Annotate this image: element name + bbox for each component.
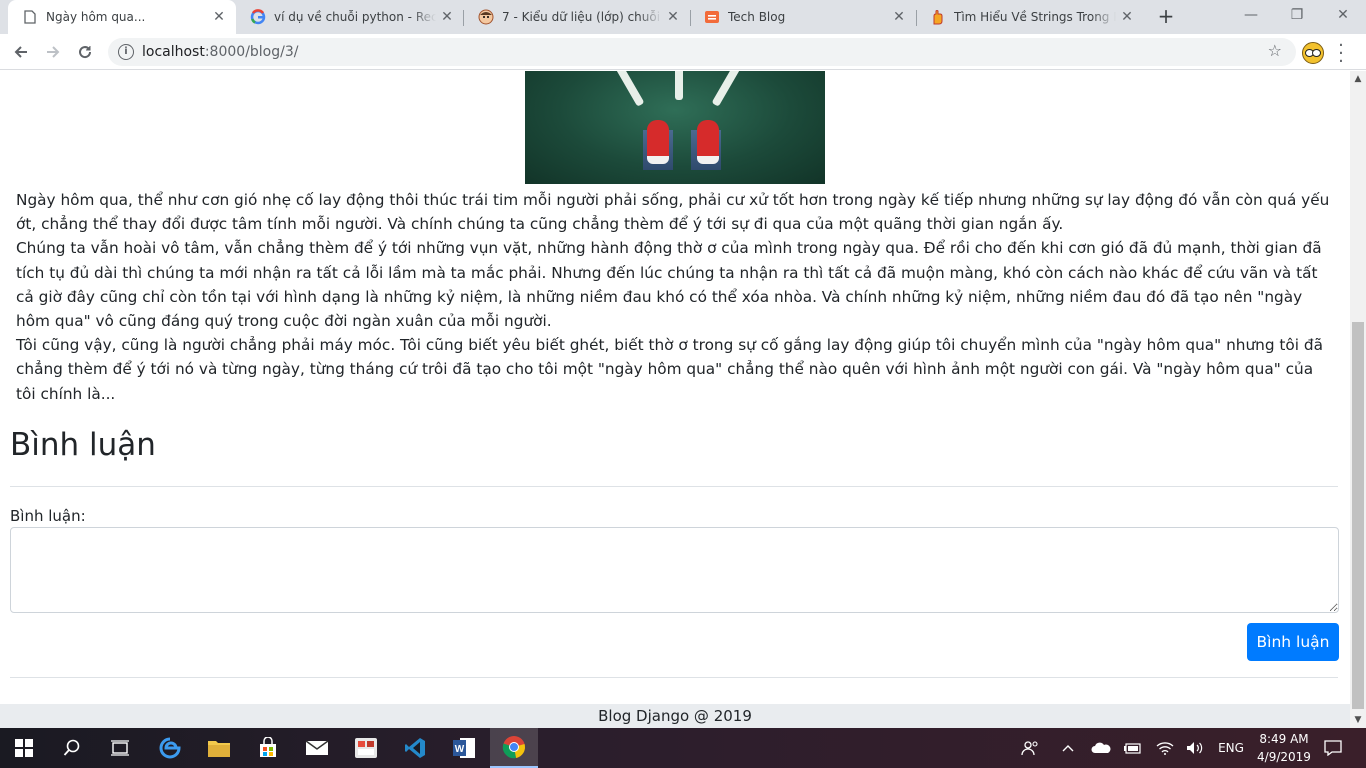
profile-avatar-icon[interactable] — [1302, 42, 1324, 64]
divider — [10, 677, 1338, 678]
search-icon[interactable] — [48, 728, 96, 768]
people-icon[interactable] — [1016, 728, 1044, 768]
vertical-scrollbar[interactable]: ▲ ▼ — [1350, 71, 1366, 728]
url-text: localhost:8000/blog/3/ — [142, 44, 298, 60]
app-grid-icon[interactable] — [342, 728, 390, 768]
system-clock[interactable]: 8:49 AM 4/9/2019 — [1252, 728, 1316, 768]
post-paragraph: Ngày hôm qua, thể như cơn gió nhẹ cố lay… — [16, 191, 1330, 234]
tab-close-icon[interactable]: ✕ — [208, 9, 230, 25]
tab-close-icon[interactable]: ✕ — [888, 9, 910, 25]
clock-date: 4/9/2019 — [1257, 750, 1311, 764]
windows-start-icon[interactable] — [0, 728, 48, 768]
tab-tech-blog[interactable]: Tech Blog ✕ — [690, 0, 916, 34]
comments-heading: Bình luận — [10, 427, 156, 463]
post-body: Ngày hôm qua, thể như cơn gió nhẹ cố lay… — [16, 188, 1336, 406]
comment-textarea[interactable] — [10, 527, 1339, 613]
file-explorer-icon[interactable] — [195, 728, 243, 768]
mail-icon[interactable] — [293, 728, 341, 768]
action-center-icon[interactable] — [1318, 728, 1348, 768]
post-paragraph: Chúng ta vẫn hoài vô tâm, vẫn chẳng thèm… — [16, 239, 1322, 331]
browser-toolbar: i localhost:8000/blog/3/ ☆ · · · — [0, 34, 1366, 71]
edge-browser-icon[interactable] — [146, 728, 194, 768]
url-host: localhost — [142, 44, 205, 60]
scroll-thumb[interactable] — [1352, 322, 1364, 709]
document-icon — [22, 9, 38, 25]
new-tab-icon[interactable]: + — [1154, 4, 1178, 28]
url-path: :8000/blog/3/ — [204, 44, 299, 60]
restore-icon[interactable]: ❐ — [1274, 0, 1320, 34]
reload-icon[interactable] — [72, 40, 98, 66]
tab-title: ví dụ về chuỗi python - Reche — [274, 10, 436, 24]
bookmark-star-icon[interactable]: ☆ — [1268, 41, 1282, 60]
left-sneaker — [647, 120, 669, 164]
chalk-arrow-line — [613, 71, 645, 107]
chalk-arrow-line — [675, 71, 683, 100]
kebab-menu-icon[interactable]: · · · — [1336, 37, 1346, 71]
tab-title: Ngày hôm qua... — [46, 10, 146, 24]
tab-title: Tech Blog — [728, 10, 786, 24]
task-view-icon[interactable] — [96, 728, 144, 768]
tab-google-search[interactable]: ví dụ về chuỗi python - Reche ✕ — [236, 0, 464, 34]
post-hero-image — [525, 71, 825, 184]
tab-strip: Ngày hôm qua... ✕ ví dụ về chuỗi python … — [0, 0, 1366, 34]
page-viewport: Ngày hôm qua, thể như cơn gió nhẹ cố lay… — [0, 71, 1350, 728]
post-paragraph: Tôi cũng vậy, cũng là người chẳng phải m… — [16, 336, 1323, 403]
tab-close-icon[interactable]: ✕ — [436, 9, 458, 25]
close-window-icon[interactable]: ✕ — [1320, 0, 1366, 34]
google-icon — [250, 9, 266, 25]
back-arrow-icon[interactable] — [8, 40, 34, 66]
face-avatar-icon — [478, 9, 494, 25]
info-icon[interactable]: i — [118, 44, 134, 60]
chevron-up-icon[interactable] — [1056, 728, 1080, 768]
tab-string-tutorial[interactable]: 7 - Kiểu dữ liệu (lớp) chuỗi tro ✕ — [464, 0, 690, 34]
vscode-icon[interactable] — [391, 728, 439, 768]
chrome-icon[interactable] — [490, 728, 538, 768]
tab-active[interactable]: Ngày hôm qua... ✕ — [8, 0, 236, 34]
address-bar[interactable]: i localhost:8000/blog/3/ ☆ — [108, 38, 1296, 66]
right-sneaker — [697, 120, 719, 164]
submit-comment-button[interactable]: Bình luận — [1247, 623, 1339, 661]
tab-python-strings[interactable]: Tìm Hiểu Về Strings Trong Pyth ✕ — [916, 0, 1144, 34]
tab-title: 7 - Kiểu dữ liệu (lớp) chuỗi tro — [502, 10, 662, 24]
tab-close-icon[interactable]: ✕ — [662, 9, 684, 25]
scroll-up-arrow-icon[interactable]: ▲ — [1350, 71, 1366, 87]
volume-icon[interactable] — [1182, 728, 1208, 768]
blog-icon — [704, 9, 720, 25]
forward-arrow-icon[interactable] — [40, 40, 66, 66]
windows-taskbar: W ENG 8:49 AM 4/9/2019 — [0, 728, 1366, 768]
clock-time: 8:49 AM — [1259, 732, 1309, 746]
tab-title: Tìm Hiểu Về Strings Trong Pyth — [954, 10, 1116, 24]
onedrive-cloud-icon[interactable] — [1088, 728, 1114, 768]
word-icon[interactable]: W — [440, 728, 488, 768]
store-icon[interactable] — [244, 728, 292, 768]
scroll-down-arrow-icon[interactable]: ▼ — [1350, 712, 1366, 728]
chalk-arrow-line — [711, 71, 743, 107]
comment-label: Bình luận: — [10, 507, 86, 525]
wifi-icon[interactable] — [1152, 728, 1178, 768]
svg-text:W: W — [455, 744, 465, 755]
divider — [10, 486, 1338, 487]
hand-icon — [930, 9, 946, 25]
minimize-icon[interactable]: — — [1228, 0, 1274, 34]
page-footer: Blog Django @ 2019 — [0, 704, 1350, 728]
battery-icon[interactable] — [1120, 728, 1146, 768]
input-language[interactable]: ENG — [1212, 728, 1250, 768]
tab-close-icon[interactable]: ✕ — [1116, 9, 1138, 25]
